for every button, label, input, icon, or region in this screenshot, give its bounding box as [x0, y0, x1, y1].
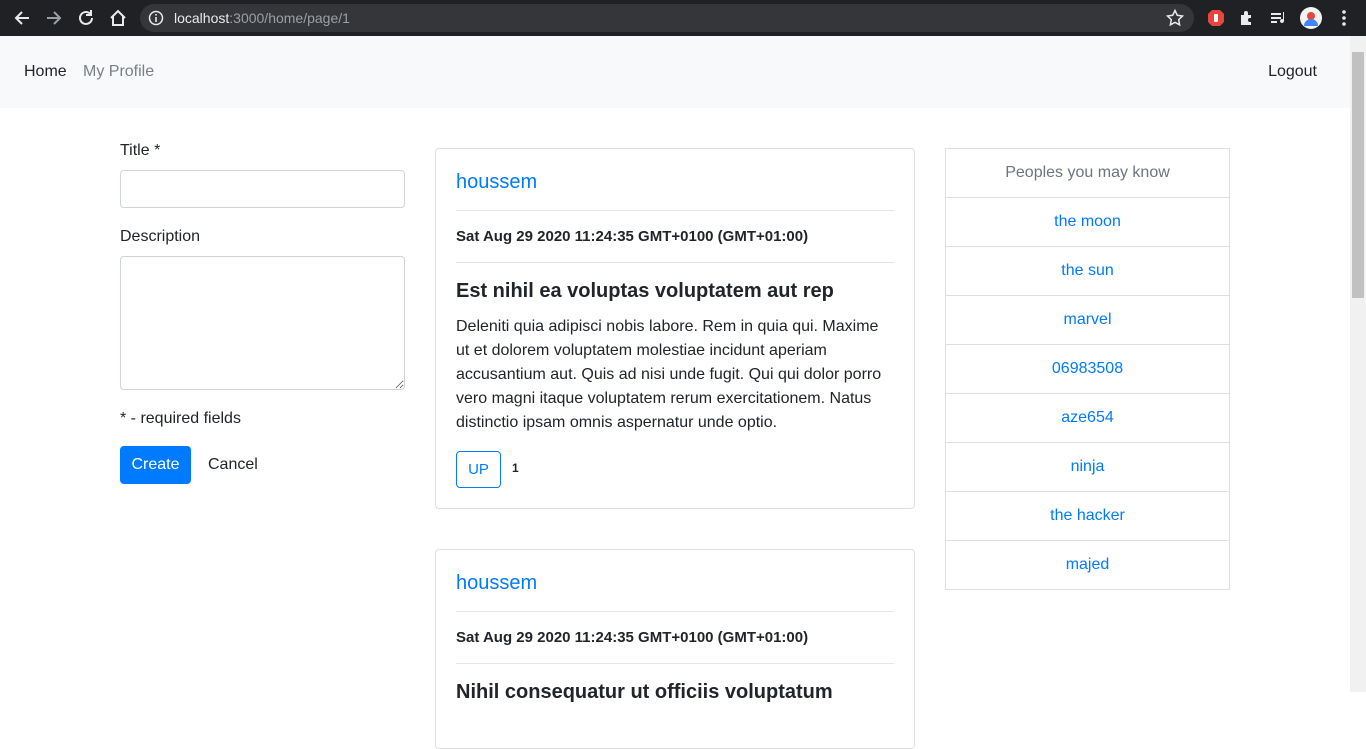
divider: [456, 262, 894, 263]
url-host: localhost: [174, 10, 230, 26]
description-label: Description: [120, 228, 201, 245]
url-text: localhost:3000/home/page/1: [174, 10, 350, 26]
back-icon[interactable]: [10, 6, 34, 30]
person-link[interactable]: the moon: [945, 197, 1230, 247]
upvote-button[interactable]: UP: [456, 451, 501, 488]
post-date: Sat Aug 29 2020 11:24:35 GMT+0100 (GMT+0…: [456, 629, 809, 646]
browser-toolbar: localhost:3000/home/page/1: [0, 0, 1366, 36]
profile-avatar-icon[interactable]: [1300, 7, 1322, 29]
post-author-link[interactable]: houssem: [456, 572, 537, 595]
home-icon[interactable]: [106, 6, 130, 30]
address-bar[interactable]: localhost:3000/home/page/1: [140, 4, 1194, 32]
bookmark-star-icon[interactable]: [1165, 8, 1185, 27]
divider: [456, 663, 894, 664]
scrollbar-thumb[interactable]: [1352, 52, 1364, 298]
divider: [456, 611, 894, 612]
post-body: Deleniti quia adipisci nobis labore. Rem…: [456, 318, 882, 431]
person-link[interactable]: 06983508: [945, 344, 1230, 394]
divider: [456, 210, 894, 211]
upvote-count: 1: [512, 461, 519, 475]
extension-adblock-icon[interactable]: [1205, 7, 1227, 29]
nav-logout-link[interactable]: Logout: [1268, 63, 1317, 81]
post-author-link[interactable]: houssem: [456, 171, 537, 194]
required-fields-note: * - required fields: [120, 410, 241, 427]
description-textarea[interactable]: [120, 256, 405, 390]
page-scrollbar[interactable]: [1350, 36, 1366, 692]
cancel-link[interactable]: Cancel: [208, 456, 258, 474]
nav-my-profile-link[interactable]: My Profile: [83, 63, 154, 81]
people-list-header: Peoples you may know: [945, 148, 1230, 198]
post-date: Sat Aug 29 2020 11:24:35 GMT+0100 (GMT+0…: [456, 228, 809, 245]
url-path: :3000/home/page/1: [229, 10, 350, 26]
forward-icon[interactable]: [42, 6, 66, 30]
site-info-icon[interactable]: [148, 10, 164, 26]
person-link[interactable]: the sun: [945, 246, 1230, 296]
nav-home-link[interactable]: Home: [24, 63, 67, 81]
post-card: houssem Sat Aug 29 2020 11:24:35 GMT+010…: [435, 148, 915, 509]
navbar: Home My Profile Logout: [0, 36, 1350, 108]
person-link[interactable]: marvel: [945, 295, 1230, 345]
person-link[interactable]: ninja: [945, 442, 1230, 492]
post-card: houssem Sat Aug 29 2020 11:24:35 GMT+010…: [435, 549, 915, 749]
reload-icon[interactable]: [74, 6, 98, 30]
title-input[interactable]: [120, 170, 405, 208]
person-link[interactable]: aze654: [945, 393, 1230, 443]
title-label: Title *: [120, 142, 161, 159]
people-you-may-know-list: Peoples you may know the moon the sun ma…: [945, 148, 1230, 590]
extensions-puzzle-icon[interactable]: [1236, 7, 1258, 29]
media-queue-icon[interactable]: [1268, 7, 1290, 29]
post-title: Nihil consequatur ut officiis voluptatum: [456, 681, 833, 703]
person-link[interactable]: the hacker: [945, 491, 1230, 541]
person-link[interactable]: majed: [945, 540, 1230, 590]
browser-menu-icon[interactable]: [1333, 7, 1355, 29]
create-button[interactable]: Create: [120, 446, 191, 484]
post-title: Est nihil ea voluptas voluptatem aut rep: [456, 280, 834, 302]
